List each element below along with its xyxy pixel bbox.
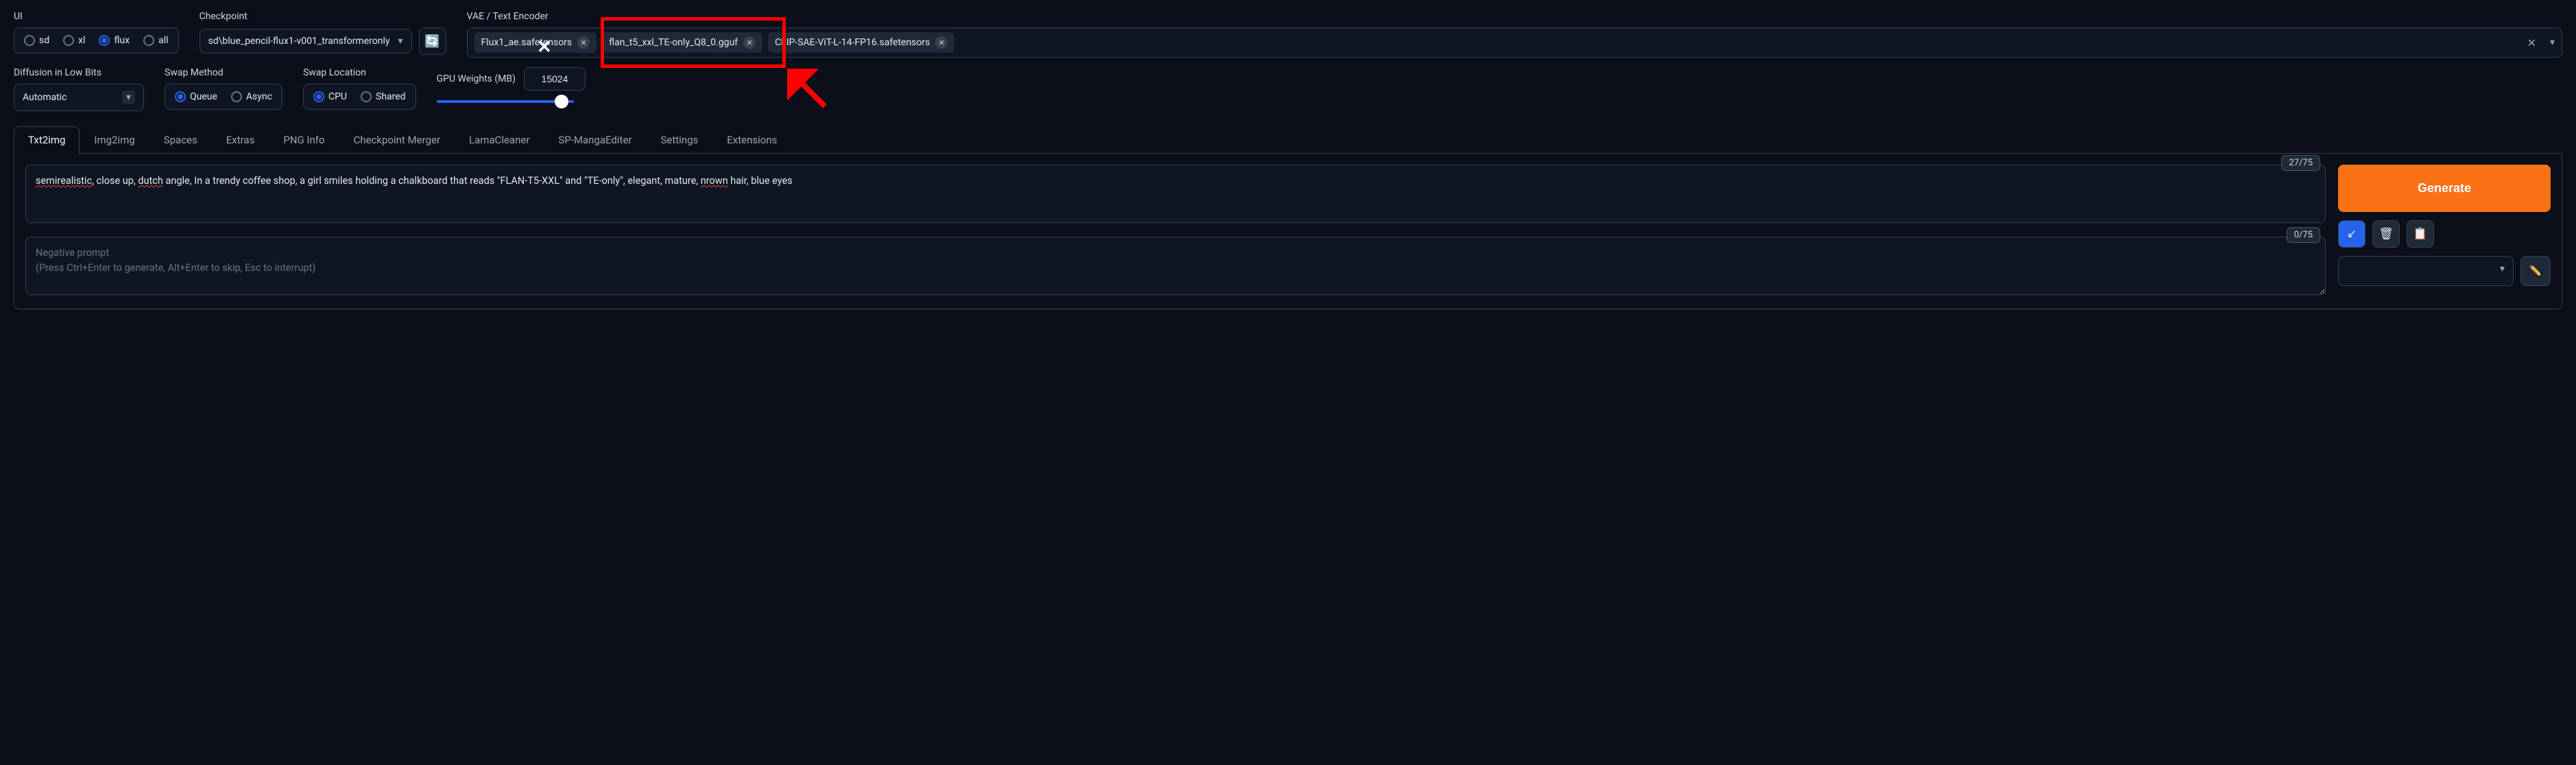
tag-text: flan_t5_xxl_TE-only_Q8_0.gguf [609, 37, 738, 48]
vae-section: VAE / Text Encoder Flux1_ae.safetensors … [467, 11, 2562, 58]
chevron-down-icon: ▾ [122, 91, 135, 104]
clear-all-icon[interactable]: ✕ [2525, 36, 2539, 49]
tag-text: CLIP-SAE-ViT-L-14-FP16.safetensors [775, 37, 930, 48]
tab-lamacleaner[interactable]: LamaCleaner [455, 126, 544, 153]
tag-remove-icon[interactable]: ✕ [577, 36, 590, 49]
clipboard-button[interactable]: 📋 [2407, 220, 2434, 248]
swap-location-shared[interactable]: Shared [357, 89, 410, 105]
ui-label: UI [14, 11, 179, 22]
swap-location-cpu[interactable]: CPU [309, 89, 351, 105]
vae-tag-flux1-ae: Flux1_ae.safetensors ✕ [474, 32, 597, 53]
diffusion-label: Diffusion in Low Bits [14, 67, 144, 78]
prompt-textarea[interactable]: semirealistic, close up, dutch angle, In… [25, 165, 2326, 223]
style-row: ▾ ✏️ [2338, 256, 2551, 286]
radio-icon [143, 35, 154, 46]
prompt-token-count: 27/75 [2281, 155, 2320, 171]
swap-method-section: Swap Method Queue Async [165, 67, 282, 110]
swap-method-async[interactable]: Async [227, 89, 276, 105]
main-tabs: Txt2img Img2img Spaces Extras PNG Info C… [14, 126, 2562, 154]
negative-token-count: 0/75 [2287, 227, 2320, 243]
style-dropdown[interactable]: ▾ [2338, 256, 2514, 286]
clipboard-icon: 📋 [2413, 227, 2427, 241]
ui-option-xl[interactable]: xl [59, 32, 89, 49]
pencil-icon: ✏️ [2529, 266, 2541, 276]
swap-method-group: Queue Async [165, 84, 282, 110]
vae-tag-flan-t5: flan_t5_xxl_TE-only_Q8_0.gguf ✕ [602, 32, 762, 53]
refresh-button[interactable]: 🔄 [419, 27, 446, 55]
radio-label: all [158, 35, 168, 46]
radio-icon [24, 35, 35, 46]
arrow-button[interactable]: ↙ [2338, 220, 2366, 248]
arrow-icon: ↙ [2347, 227, 2357, 241]
ui-option-all[interactable]: all [139, 32, 172, 49]
radio-icon [313, 91, 324, 102]
chevron-down-icon: ▾ [2500, 263, 2505, 279]
negative-prompt-textarea[interactable] [25, 237, 2326, 295]
vae-label: VAE / Text Encoder [467, 11, 2562, 22]
tab-sp-mangaediter[interactable]: SP-MangaEditer [544, 126, 646, 153]
generate-button[interactable]: Generate [2338, 165, 2551, 212]
chevron-down-icon: ▾ [2550, 37, 2555, 48]
side-column: Generate ↙ 🗑 📋 ▾ ✏️ [2338, 165, 2551, 298]
vae-multiselect[interactable]: Flux1_ae.safetensors ✕ flan_t5_xxl_TE-on… [467, 27, 2562, 58]
diffusion-section: Diffusion in Low Bits Automatic ▾ [14, 67, 144, 111]
swap-location-section: Swap Location CPU Shared [303, 67, 416, 110]
swap-method-queue[interactable]: Queue [171, 89, 221, 105]
radio-icon [361, 91, 372, 102]
action-icons: ↙ 🗑 📋 [2338, 220, 2551, 248]
swap-location-group: CPU Shared [303, 84, 416, 110]
checkpoint-label: Checkpoint [200, 11, 446, 22]
ui-option-sd[interactable]: sd [20, 32, 53, 49]
radio-icon [99, 35, 110, 46]
radio-label: flux [114, 35, 130, 46]
ui-section: UI sd xl flux all [14, 11, 179, 54]
radio-icon [63, 35, 74, 46]
gpu-weights-slider[interactable] [437, 100, 574, 103]
tab-extras[interactable]: Extras [212, 126, 269, 153]
gpu-weights-input[interactable] [524, 67, 586, 91]
swap-method-label: Swap Method [165, 67, 282, 78]
slider-thumb[interactable] [555, 95, 568, 108]
swap-location-label: Swap Location [303, 67, 416, 78]
trash-button[interactable]: 🗑 [2372, 220, 2400, 248]
radio-icon [175, 91, 186, 102]
radio-label: xl [78, 35, 85, 46]
tab-spaces[interactable]: Spaces [149, 126, 212, 153]
radio-label: Async [246, 91, 272, 102]
vae-tag-clip: CLIP-SAE-ViT-L-14-FP16.safetensors ✕ [768, 32, 954, 53]
checkpoint-dropdown[interactable]: sd\blue_pencil-flux1-v001_transformeronl… [200, 29, 412, 54]
checkpoint-section: Checkpoint sd\blue_pencil-flux1-v001_tra… [200, 11, 446, 55]
diffusion-value: Automatic [23, 92, 122, 103]
prompt-column: 27/75 semirealistic, close up, dutch ang… [25, 165, 2326, 298]
gpu-weights-label: GPU Weights (MB) [437, 73, 516, 84]
radio-label: CPU [328, 91, 347, 102]
radio-icon [231, 91, 242, 102]
tab-img2img[interactable]: Img2img [80, 126, 149, 153]
ui-radio-group: sd xl flux all [14, 27, 179, 54]
refresh-icon: 🔄 [424, 34, 440, 49]
tab-checkpoint-merger[interactable]: Checkpoint Merger [339, 126, 455, 153]
tab-png-info[interactable]: PNG Info [269, 126, 339, 153]
checkpoint-value: sd\blue_pencil-flux1-v001_transformeronl… [208, 36, 393, 47]
tab-settings[interactable]: Settings [646, 126, 712, 153]
tag-remove-icon[interactable]: ✕ [935, 36, 948, 49]
diffusion-dropdown[interactable]: Automatic ▾ [14, 84, 144, 111]
trash-icon: 🗑 [2379, 227, 2394, 241]
main-content: 27/75 semirealistic, close up, dutch ang… [14, 154, 2562, 309]
tag-text: Flux1_ae.safetensors [481, 37, 573, 48]
tag-remove-icon[interactable]: ✕ [743, 36, 756, 49]
edit-style-button[interactable]: ✏️ [2520, 256, 2551, 286]
ui-option-flux[interactable]: flux [95, 32, 134, 49]
radio-label: Queue [190, 91, 217, 102]
chevron-down-icon: ▾ [398, 36, 403, 47]
tab-txt2img[interactable]: Txt2img [14, 126, 80, 154]
radio-label: sd [39, 35, 49, 46]
radio-label: Shared [376, 91, 406, 102]
gpu-weights-section: GPU Weights (MB) [437, 67, 586, 103]
tab-extensions[interactable]: Extensions [712, 126, 791, 153]
